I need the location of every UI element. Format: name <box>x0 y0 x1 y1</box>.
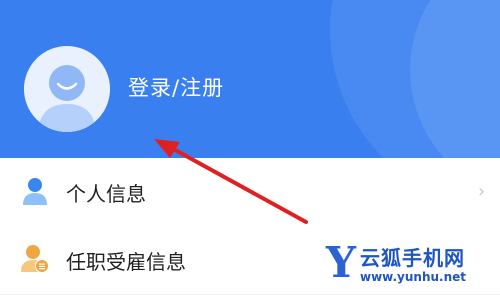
menu-item-label: 任职受雇信息 <box>66 250 186 274</box>
menu-item-label: 个人信息 <box>66 182 146 206</box>
watermark-site-name: 云狐手机网 <box>360 246 465 270</box>
menu-item-personal-info[interactable]: 个人信息 › <box>0 158 500 227</box>
employment-badge-icon <box>20 244 50 274</box>
watermark-logo: Y 云狐手机网 www.yunhu.net <box>326 240 496 292</box>
watermark-url: www.yunhu.net <box>360 270 467 284</box>
watermark-logo-letter: Y <box>326 238 356 287</box>
login-register-link[interactable]: 登录/注册 <box>128 72 224 102</box>
chevron-right-icon: › <box>478 181 486 202</box>
person-icon <box>20 176 50 206</box>
profile-header: 登录/注册 <box>0 0 500 158</box>
default-avatar-icon <box>24 46 110 132</box>
avatar[interactable] <box>24 46 110 132</box>
